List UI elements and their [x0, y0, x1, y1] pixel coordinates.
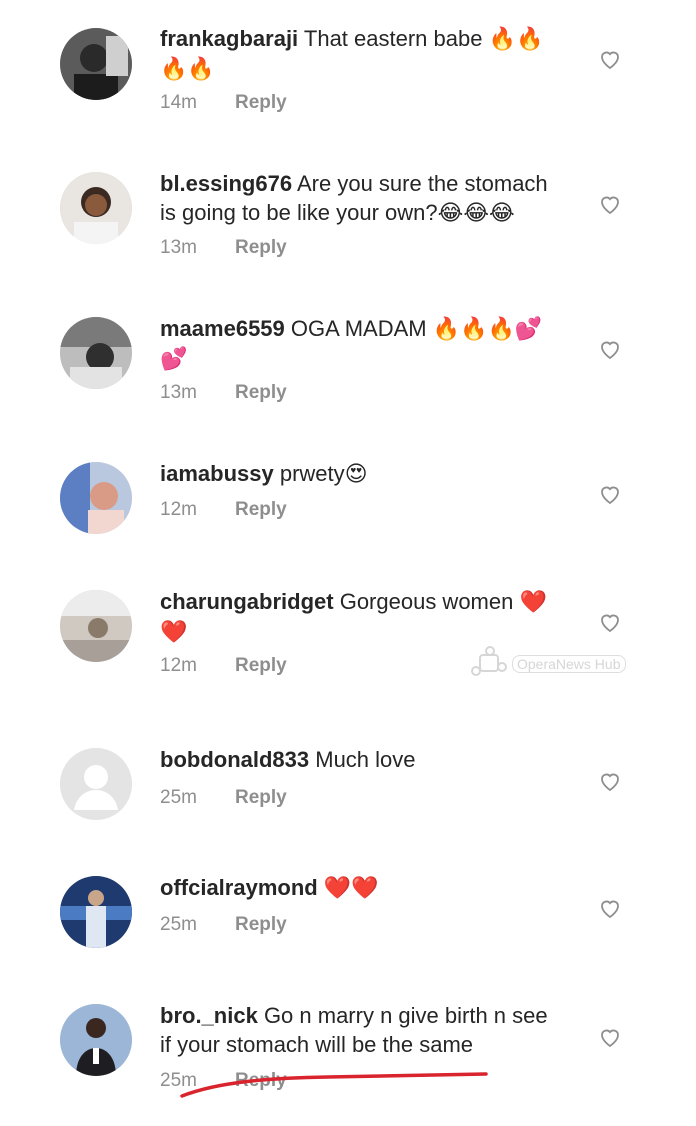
- avatar[interactable]: [60, 172, 132, 244]
- reply-button[interactable]: Reply: [235, 787, 287, 808]
- comment-username[interactable]: bobdonald833: [160, 747, 309, 772]
- watermark-logo-icon: [471, 646, 507, 676]
- comment-username[interactable]: maame6559: [160, 316, 285, 341]
- comment-meta: 13m Reply: [160, 382, 287, 404]
- heart-icon[interactable]: [598, 610, 622, 634]
- heart-eyes-emoji: 😍: [344, 462, 368, 487]
- avatar[interactable]: [60, 28, 132, 100]
- red-underline-annotation: [180, 1072, 488, 1098]
- comment-text: charungabridget Gorgeous women ❤️ ❤️: [160, 587, 580, 647]
- comment-time: 13m: [160, 382, 197, 403]
- watermark: OperaNews Hub: [468, 641, 658, 683]
- comment-time: 25m: [160, 787, 197, 808]
- comment-body-line2: if your stomach will be the same: [160, 1032, 474, 1057]
- comment-body: prwety: [279, 461, 345, 486]
- two-hearts-emoji: 💕: [160, 347, 188, 372]
- comment-text: offcialraymond ❤️❤️: [160, 873, 580, 903]
- comment-username[interactable]: offcialraymond: [160, 875, 318, 900]
- comment-text: iamabussy prwety😍: [160, 459, 580, 489]
- heart-icon[interactable]: [598, 482, 622, 506]
- comment-meta: 13m Reply: [160, 237, 287, 259]
- comment-username[interactable]: bl.essing676: [160, 171, 292, 196]
- comment-text: maame6559 OGA MADAM 🔥🔥🔥💕 💕: [160, 314, 580, 374]
- comment-username[interactable]: bro._nick: [160, 1003, 258, 1028]
- comment-meta: 25m Reply: [160, 787, 287, 809]
- heart-icon[interactable]: [598, 896, 622, 920]
- comment-username[interactable]: charungabridget: [160, 589, 334, 614]
- avatar[interactable]: [60, 748, 132, 820]
- reply-button[interactable]: Reply: [235, 914, 287, 935]
- comment-time: 25m: [160, 914, 197, 935]
- comment-body: That eastern babe: [303, 26, 483, 51]
- comment-meta: 25m Reply: [160, 914, 287, 936]
- reply-button[interactable]: Reply: [235, 382, 287, 403]
- comment-username[interactable]: frankagbaraji: [160, 26, 298, 51]
- red-heart-emoji: ❤️: [519, 590, 547, 615]
- reply-button[interactable]: Reply: [235, 655, 287, 676]
- heart-icon[interactable]: [598, 192, 622, 216]
- comment-text: bl.essing676 Are you sure the stomach is…: [160, 169, 580, 228]
- comment-meta: 12m Reply: [160, 499, 287, 521]
- avatar[interactable]: [60, 590, 132, 662]
- comment-body: OGA MADAM: [290, 316, 427, 341]
- comment-text: bobdonald833 Much love: [160, 745, 580, 774]
- comment-text: bro._nick Go n marry n give birth n see …: [160, 1001, 580, 1059]
- red-heart-emoji: ❤️: [160, 620, 188, 645]
- comment-time: 13m: [160, 237, 197, 258]
- fire-emoji: 🔥🔥: [488, 27, 544, 52]
- red-heart-emoji: ❤️❤️: [323, 876, 379, 901]
- fire-heart-emoji: 🔥🔥🔥💕: [432, 317, 543, 342]
- heart-icon[interactable]: [598, 337, 622, 361]
- laughing-emoji: 😂😂😂: [437, 201, 515, 226]
- comment-meta: 14m Reply: [160, 92, 287, 114]
- heart-icon[interactable]: [598, 47, 622, 71]
- avatar[interactable]: [60, 462, 132, 534]
- comment-body: Go n marry n give birth n see: [263, 1003, 548, 1028]
- avatar[interactable]: [60, 1004, 132, 1076]
- comment-time: 12m: [160, 655, 197, 676]
- avatar[interactable]: [60, 317, 132, 389]
- comment-body: Much love: [315, 747, 416, 772]
- comment-text: frankagbaraji That eastern babe 🔥🔥 🔥🔥: [160, 24, 580, 84]
- comment-time: 12m: [160, 499, 197, 520]
- comment-username[interactable]: iamabussy: [160, 461, 274, 486]
- comment-meta: 12m Reply: [160, 655, 287, 677]
- heart-icon[interactable]: [598, 1025, 622, 1049]
- comment-body: Are you sure the stomach: [296, 171, 548, 196]
- fire-emoji: 🔥🔥: [160, 57, 215, 82]
- reply-button[interactable]: Reply: [235, 92, 287, 113]
- reply-button[interactable]: Reply: [235, 499, 287, 520]
- reply-button[interactable]: Reply: [235, 237, 287, 258]
- watermark-text: OperaNews Hub: [512, 655, 626, 673]
- avatar[interactable]: [60, 876, 132, 948]
- comment-time: 14m: [160, 92, 197, 113]
- comment-body-line2: is going to be like your own?: [160, 200, 438, 225]
- comment-body: Gorgeous women: [339, 589, 514, 614]
- heart-icon[interactable]: [598, 769, 622, 793]
